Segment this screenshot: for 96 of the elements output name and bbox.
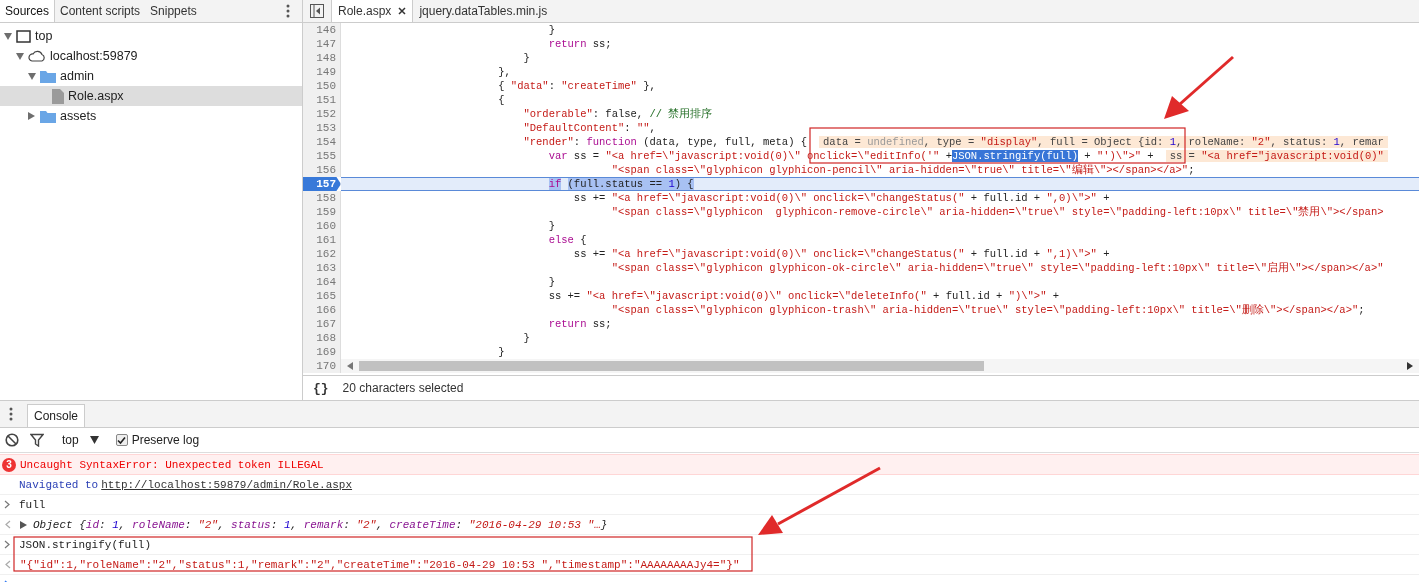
line-number[interactable]: 159 — [303, 205, 341, 219]
navigation-message: Navigated to — [19, 478, 99, 491]
string-result: "{"id":1,"roleName":"2","status":1,"remark":"2","createTime":"2016-04-29 10:53 ","timestamp":"AAAAAAAAJy4="}" — [20, 558, 740, 571]
inline-value-hint: ss = "<a href="javascript:void(0)" — [1165, 150, 1388, 162]
navigator-tab[interactable]: Sources — [0, 0, 56, 22]
scroll-left-icon[interactable] — [347, 362, 353, 370]
code-line: else { — [547, 233, 588, 247]
code-line: } — [497, 345, 506, 359]
code-line: "orderable": false, // 禁用排序 — [522, 107, 714, 121]
code-line: } — [547, 219, 556, 233]
line-number[interactable]: 155 — [303, 149, 341, 163]
scroll-right-icon[interactable] — [1407, 362, 1413, 370]
code-line: return ss; — [547, 37, 613, 51]
line-number[interactable]: 151 — [303, 93, 341, 107]
code-line: { — [497, 93, 506, 107]
file-icon — [52, 88, 64, 104]
filter-icon[interactable] — [30, 433, 44, 447]
line-number[interactable]: 169 — [303, 345, 341, 359]
line-number[interactable]: 166 — [303, 303, 341, 317]
line-number[interactable]: 160 — [303, 219, 341, 233]
code-line: "<span class=\"glyphicon glyphicon-pencil\" aria-hidden=\"true\" title=\"编辑\"></span></a>"; — [610, 163, 1196, 177]
code-line: { "data": "createTime" }, — [497, 79, 657, 93]
expanded-triangle-icon[interactable] — [3, 32, 12, 40]
line-number[interactable]: 153 — [303, 121, 341, 135]
code-line: } — [547, 23, 556, 37]
close-icon[interactable] — [398, 7, 407, 15]
console-input-text: full — [19, 498, 46, 511]
line-number: 170 — [303, 359, 341, 373]
clear-console-icon[interactable] — [5, 433, 19, 447]
console-tab[interactable]: Console — [27, 404, 86, 427]
line-number[interactable]: 156 — [303, 163, 341, 177]
code-line: } — [547, 275, 556, 289]
expanded-triangle-icon[interactable] — [15, 52, 24, 60]
line-number[interactable]: 152 — [303, 107, 341, 121]
line-number[interactable]: 161 — [303, 233, 341, 247]
error-count-badge: 3 — [2, 457, 16, 472]
horizontal-scrollbar[interactable] — [341, 359, 1419, 373]
dropdown-triangle-icon[interactable] — [89, 436, 99, 444]
line-number[interactable]: 165 — [303, 289, 341, 303]
code-line: "<span class=\"glyphicon glyphicon-ok-circle\" aria-hidden=\"true\" style=\"padding-left:10px\" title=\"启用\"></span></a>" — [610, 261, 1385, 275]
file-tab[interactable]: Role.aspx — [331, 0, 413, 22]
folder-icon — [40, 69, 56, 83]
navigator-tab[interactable]: Content scripts — [55, 0, 146, 22]
line-number[interactable]: 148 — [303, 51, 341, 65]
console-input-text: JSON.stringify(full) — [19, 538, 152, 551]
code-line: "<span class=\"glyphicon glyphicon-remove-circle\" aria-hidden=\"true\" style=\"padding-left:10px\" title=\"禁用\"></span> — [610, 205, 1385, 219]
file-tab[interactable]: jquery.dataTables.min.js — [412, 0, 554, 22]
line-number[interactable]: 158 — [303, 191, 341, 205]
line-number[interactable]: 150 — [303, 79, 341, 93]
selection-status: 20 characters selected — [342, 381, 464, 395]
code-line: }, — [497, 65, 512, 79]
collapsed-triangle-icon[interactable] — [28, 112, 35, 120]
collapsed-triangle-icon[interactable] — [20, 520, 27, 529]
code-line: "render": function (data, type, full, meta) { data = undefined, type = "display", full = Object {id: 1, roleName: "2", status: 1, remar — [341, 135, 1419, 149]
input-prompt-icon — [4, 540, 10, 549]
expanded-triangle-icon[interactable] — [27, 72, 36, 80]
line-number[interactable]: 157 — [303, 177, 341, 191]
inline-value-hint: data = undefined, type = "display", full = Object {id: 1, roleName: "2", status: 1, remar — [819, 136, 1388, 148]
code-line: } — [522, 51, 531, 65]
tree-item[interactable]: top — [0, 26, 302, 46]
folder-icon — [40, 109, 56, 123]
navigator-tab[interactable]: Snippets — [145, 0, 202, 22]
line-number[interactable]: 147 — [303, 37, 341, 51]
code-line: "DefaultContent": "", — [522, 121, 657, 135]
cloud-icon — [28, 50, 46, 62]
code-line: ss += "<a href=\"javascript:void(0)\" onclick=\"changeStatus(" + full.id + ",1)\">" + — [572, 247, 1111, 261]
code-line: return ss; — [547, 317, 613, 331]
line-number[interactable]: 154 — [303, 135, 341, 149]
line-number[interactable]: 149 — [303, 65, 341, 79]
line-number[interactable]: 168 — [303, 331, 341, 345]
line-number[interactable]: 164 — [303, 275, 341, 289]
input-prompt-icon — [4, 500, 10, 509]
tree-item[interactable]: admin — [0, 66, 302, 86]
code-line: } — [522, 331, 531, 345]
pretty-print-button[interactable]: {} — [313, 380, 329, 396]
frame-icon — [16, 29, 31, 43]
line-number[interactable]: 163 — [303, 261, 341, 275]
line-number[interactable]: 162 — [303, 247, 341, 261]
code-line: ss += "<a href=\"javascript:void(0)\" onclick=\"changeStatus(" + full.id + ",0)\">" + — [572, 191, 1111, 205]
code-line: ss += "<a href=\"javascript:void(0)\" onclick=\"deleteInfo(" + full.id + ")\">" + — [547, 289, 1061, 303]
code-line: "<span class=\"glyphicon glyphicon-trash\" aria-hidden=\"true\" style=\"padding-left:10px\" title=\"删除\"></span></a>"; — [610, 303, 1366, 317]
annotation-arrow — [1164, 55, 1234, 119]
tree-item[interactable]: localhost:59879 — [0, 46, 302, 66]
line-number[interactable]: 167 — [303, 317, 341, 331]
checkmark-icon[interactable] — [117, 435, 127, 445]
preserve-log-checkbox[interactable]: Preserve log — [115, 433, 200, 447]
object-result[interactable]: Object {id: 1, roleName: "2", status: 1, remark: "2", createTime: "2016-04-29 10:53 "…} — [33, 518, 608, 531]
context-selector[interactable]: top — [62, 433, 79, 447]
page-link[interactable]: http://localhost:59879/admin/Role.aspx — [101, 478, 353, 491]
tree-item[interactable]: Role.aspx — [0, 86, 302, 106]
more-menu-icon[interactable] — [286, 4, 290, 18]
more-menu-icon[interactable] — [9, 407, 13, 421]
tree-item[interactable]: assets — [0, 106, 302, 126]
sidebar-toggle-icon[interactable] — [310, 4, 324, 18]
error-message: Uncaught SyntaxError: Unexpected token ILLEGAL — [20, 458, 324, 471]
line-number[interactable]: 146 — [303, 23, 341, 37]
